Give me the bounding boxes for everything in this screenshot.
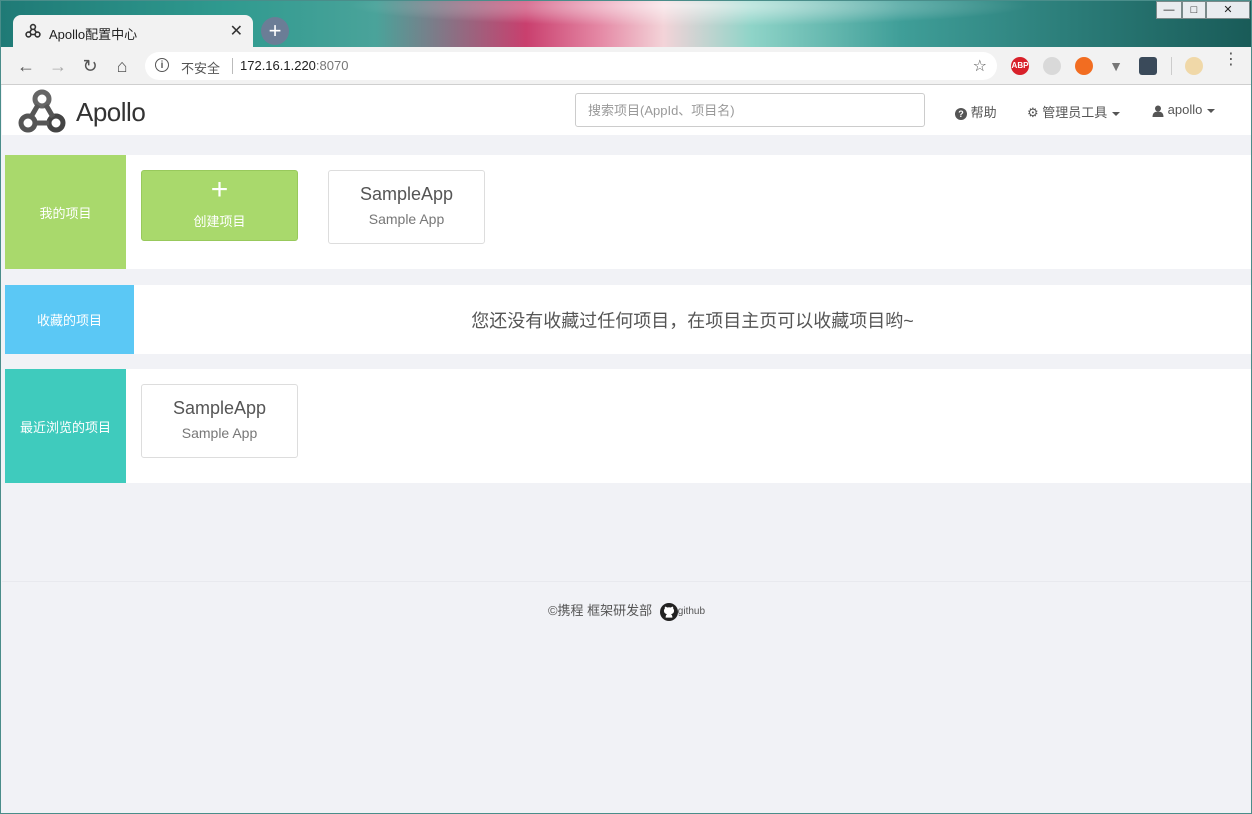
url-text: 172.16.1.220:8070 <box>240 58 349 73</box>
create-project-button[interactable]: + 创建项目 <box>141 170 298 241</box>
top-navbar: Apollo ? 帮助 ⚙ 管理员工具 apollo <box>2 85 1251 135</box>
browser-menu-icon[interactable]: ⋮ <box>1223 52 1239 68</box>
tab-title: Apollo配置中心 <box>49 27 138 42</box>
favorites-empty-message: 您还没有收藏过任何项目，在项目主页可以收藏项目哟~ <box>471 310 914 331</box>
profile-avatar-icon[interactable] <box>1185 57 1203 75</box>
copyright-icon: © <box>547 603 558 618</box>
extension-icon[interactable] <box>1043 57 1061 75</box>
github-link[interactable]: github <box>656 602 706 621</box>
adblock-extension-icon[interactable]: ABP <box>1011 57 1029 75</box>
browser-toolbar: ← → ↻ ⌂ i 不安全 172.16.1.220:8070 ☆ ABP ▼ … <box>1 47 1251 85</box>
extension-icon[interactable] <box>1139 57 1157 75</box>
caret-down-icon <box>1112 111 1121 116</box>
home-icon[interactable]: ⌂ <box>111 55 133 77</box>
vue-devtools-icon[interactable]: ▼ <box>1107 57 1125 75</box>
create-project-label: 创建项目 <box>193 214 246 229</box>
apollo-logo-icon <box>18 89 66 133</box>
recent-projects-label: 最近浏览的项目 <box>5 369 126 483</box>
app-card[interactable]: SampleApp Sample App <box>328 170 485 244</box>
footer-divider <box>2 581 1251 582</box>
user-dropdown[interactable]: apollo <box>1152 102 1216 117</box>
github-label: github <box>677 606 706 618</box>
address-bar[interactable]: i 不安全 172.16.1.220:8070 ☆ <box>145 52 997 80</box>
caret-down-icon <box>1207 108 1216 113</box>
plus-icon: + <box>210 173 229 206</box>
bookmark-star-icon[interactable]: ☆ <box>973 56 987 76</box>
apollo-favicon-icon <box>25 23 41 38</box>
apollo-page: Apollo ? 帮助 ⚙ 管理员工具 apollo 我的项目 + <box>2 85 1251 813</box>
new-tab-button[interactable]: + <box>261 17 289 45</box>
user-icon <box>1152 105 1164 117</box>
admin-tools-dropdown[interactable]: ⚙ 管理员工具 <box>1027 102 1121 121</box>
app-name: Sample App <box>368 211 445 227</box>
address-separator <box>232 58 233 74</box>
browser-window: Apollo配置中心 ✕ + — □ ✕ ← → ↻ ⌂ i 不安全 172.1… <box>0 0 1252 814</box>
logo-text: Apollo <box>76 97 146 127</box>
app-id: SampleApp <box>359 184 454 204</box>
question-circle-icon: ? <box>955 107 967 120</box>
minimize-button[interactable]: — <box>1156 1 1182 19</box>
github-icon <box>659 602 678 621</box>
apollo-logo[interactable]: Apollo <box>18 87 158 135</box>
app-id: SampleApp <box>172 398 267 418</box>
info-icon[interactable]: i <box>155 58 169 72</box>
footer: ©携程 框架研发部 github <box>2 600 1251 621</box>
my-projects-section: 我的项目 + 创建项目 SampleApp Sample App <box>5 155 1251 269</box>
gear-icon: ⚙ <box>1027 105 1039 120</box>
app-name: Sample App <box>181 425 258 441</box>
search-input[interactable] <box>575 93 925 127</box>
help-link[interactable]: ? 帮助 <box>955 102 997 121</box>
app-card[interactable]: SampleApp Sample App <box>141 384 298 458</box>
tab-close-icon[interactable]: ✕ <box>230 21 243 41</box>
favorite-projects-section: 收藏的项目 您还没有收藏过任何项目，在项目主页可以收藏项目哟~ <box>5 285 1251 354</box>
my-projects-label: 我的项目 <box>5 155 126 269</box>
favorite-projects-label: 收藏的项目 <box>5 285 134 354</box>
close-window-button[interactable]: ✕ <box>1206 1 1250 19</box>
footer-text: 携程 框架研发部 <box>557 603 653 618</box>
extension-icon[interactable] <box>1075 57 1093 75</box>
recent-projects-section: 最近浏览的项目 SampleApp Sample App <box>5 369 1251 483</box>
maximize-button[interactable]: □ <box>1182 1 1206 19</box>
toolbar-divider <box>1171 57 1172 75</box>
security-label: 不安全 <box>181 61 221 76</box>
reload-icon[interactable]: ↻ <box>79 55 101 77</box>
browser-tab[interactable]: Apollo配置中心 ✕ <box>13 15 253 47</box>
forward-arrow-icon[interactable]: → <box>47 55 69 77</box>
back-arrow-icon[interactable]: ← <box>15 55 37 77</box>
